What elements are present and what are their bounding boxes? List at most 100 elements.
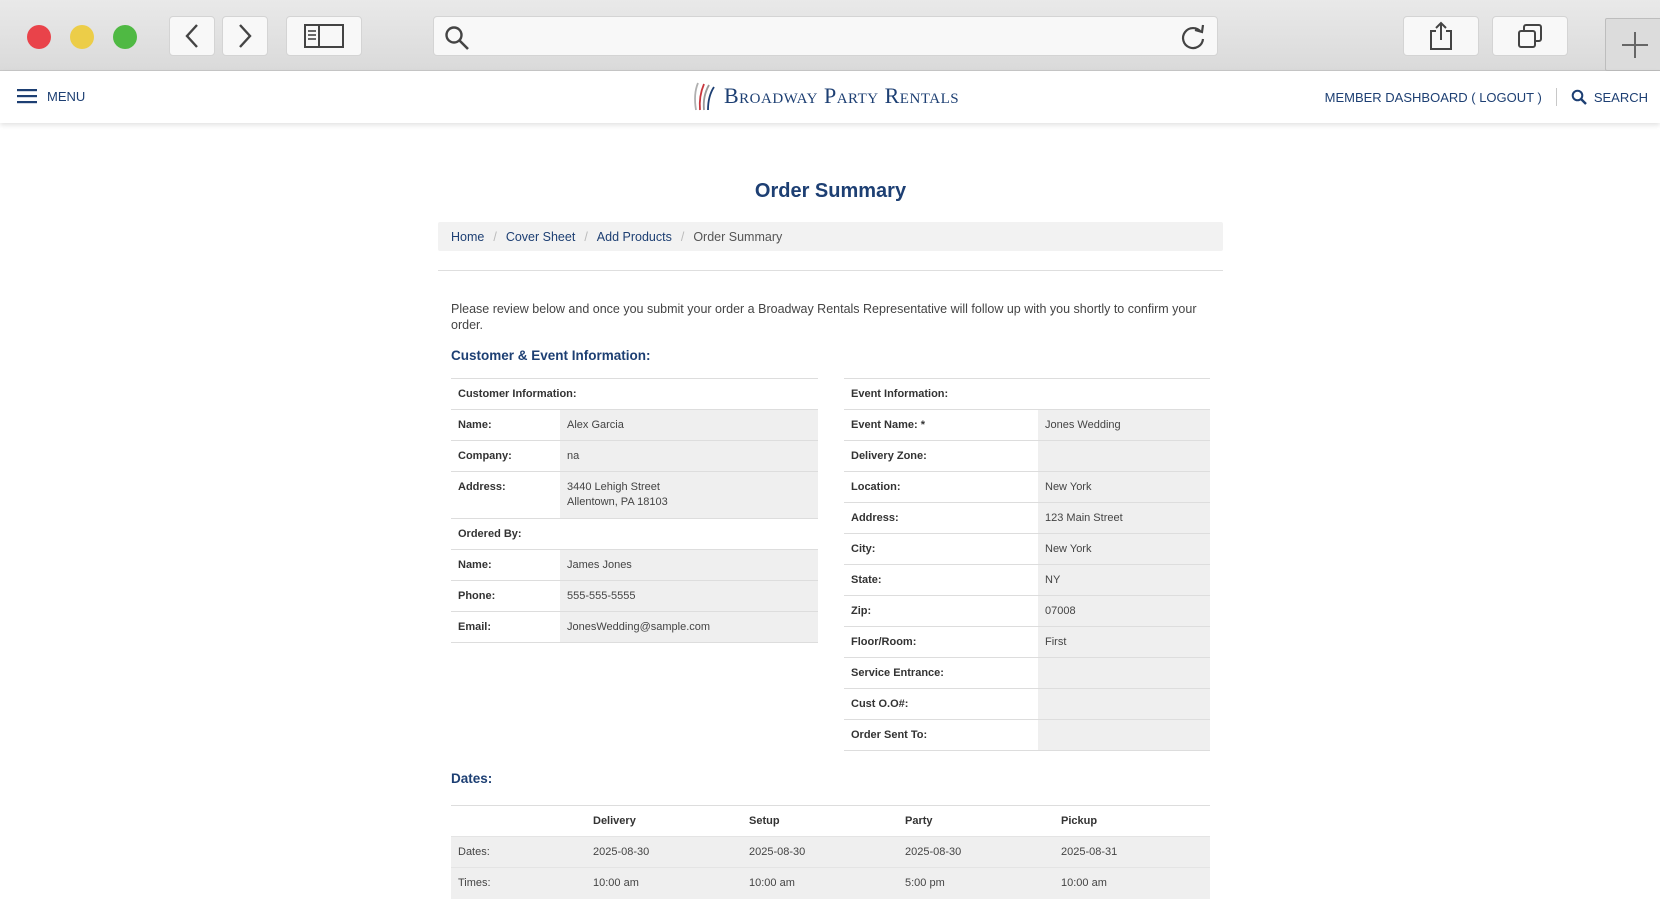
table-row: Times: 10:00 am 10:00 am 5:00 pm 10:00 a… bbox=[451, 867, 1210, 899]
maximize-window-button[interactable] bbox=[113, 25, 137, 49]
table-row: Location: New York bbox=[844, 471, 1210, 503]
sidebar-toggle-button[interactable] bbox=[286, 16, 362, 56]
address-line-1: 3440 Lehigh Street bbox=[567, 481, 660, 493]
address-bar[interactable] bbox=[433, 16, 1218, 56]
state-value: NY bbox=[1038, 564, 1210, 596]
tabs-overview-button[interactable] bbox=[1492, 16, 1568, 56]
dates-col-empty bbox=[451, 805, 586, 837]
dates-col-party: Party bbox=[898, 805, 1054, 837]
pickup-date: 2025-08-31 bbox=[1054, 836, 1210, 868]
forward-button[interactable] bbox=[222, 16, 268, 56]
cust-oo-value bbox=[1038, 688, 1210, 720]
setup-time: 10:00 am bbox=[742, 867, 898, 899]
customer-info-table: Customer Information: Name: Alex Garcia … bbox=[451, 378, 818, 643]
share-button[interactable] bbox=[1403, 16, 1479, 56]
table-row: Delivery Zone: bbox=[844, 440, 1210, 472]
dates-col-pickup: Pickup bbox=[1054, 805, 1210, 837]
customer-address-label: Address: bbox=[451, 471, 560, 519]
breadcrumb: Home / Cover Sheet / Add Products / Orde… bbox=[438, 222, 1223, 251]
main-content: Order Summary Home / Cover Sheet / Add P… bbox=[438, 123, 1223, 899]
cust-oo-label: Cust O.O#: bbox=[844, 688, 1038, 720]
dates-table: Delivery Setup Party Pickup Dates: 2025-… bbox=[451, 805, 1210, 899]
order-sent-to-label: Order Sent To: bbox=[844, 719, 1038, 751]
ordered-by-name-value: James Jones bbox=[560, 549, 818, 581]
search-label: SEARCH bbox=[1593, 89, 1648, 105]
header-divider bbox=[1555, 88, 1557, 106]
member-dashboard-link[interactable]: MEMBER DASHBOARD ( LOGOUT ) bbox=[1325, 90, 1542, 105]
table-row: State: NY bbox=[844, 564, 1210, 596]
times-row-label: Times: bbox=[451, 867, 586, 899]
table-row: Event Name: * Jones Wedding bbox=[844, 409, 1210, 441]
event-name-label: Event Name: * bbox=[844, 409, 1038, 441]
table-row: Address: 3440 Lehigh Street Allentown, P… bbox=[451, 471, 818, 519]
event-info-table: Event Information: Event Name: * Jones We… bbox=[844, 378, 1210, 751]
site-header: MENU Broadway Party Rentals MEMBER DASHB… bbox=[0, 71, 1660, 123]
search-icon bbox=[445, 26, 469, 50]
divider bbox=[438, 270, 1223, 271]
table-header-row: Delivery Setup Party Pickup bbox=[451, 805, 1210, 837]
location-label: Location: bbox=[844, 471, 1038, 503]
party-date: 2025-08-30 bbox=[898, 836, 1054, 868]
service-entrance-value bbox=[1038, 657, 1210, 689]
table-row: Cust O.O#: bbox=[844, 688, 1210, 720]
address-line-2: Allentown, PA 18103 bbox=[567, 496, 668, 508]
intro-text: Please review below and once you submit … bbox=[451, 302, 1197, 332]
event-info-heading: Event Information: bbox=[844, 378, 1210, 410]
floor-room-label: Floor/Room: bbox=[844, 626, 1038, 658]
party-time: 5:00 pm bbox=[898, 867, 1054, 899]
pickup-time: 10:00 am bbox=[1054, 867, 1210, 899]
breadcrumb-separator: / bbox=[493, 229, 497, 244]
breadcrumb-home[interactable]: Home bbox=[451, 230, 484, 244]
ordered-by-heading: Ordered By: bbox=[451, 518, 818, 550]
table-row: Zip: 07008 bbox=[844, 595, 1210, 627]
hamburger-icon bbox=[17, 89, 37, 104]
customer-event-section-title: Customer & Event Information: bbox=[451, 348, 651, 363]
table-row: Address: 123 Main Street bbox=[844, 502, 1210, 534]
table-row: Phone: 555-555-5555 bbox=[451, 580, 818, 612]
ordered-by-name-label: Name: bbox=[451, 549, 560, 581]
back-button[interactable] bbox=[169, 16, 215, 56]
delivery-time: 10:00 am bbox=[586, 867, 742, 899]
chevron-right-icon bbox=[239, 24, 252, 48]
browser-toolbar bbox=[0, 0, 1660, 71]
delivery-zone-label: Delivery Zone: bbox=[844, 440, 1038, 472]
breadcrumb-separator: / bbox=[584, 229, 588, 244]
share-icon bbox=[1430, 21, 1452, 50]
zip-label: Zip: bbox=[844, 595, 1038, 627]
table-row: Name: James Jones bbox=[451, 549, 818, 581]
customer-name-value: Alex Garcia bbox=[560, 409, 818, 441]
delivery-zone-value bbox=[1038, 440, 1210, 472]
email-value: JonesWedding@sample.com bbox=[560, 611, 818, 643]
logo-text: Broadway Party Rentals bbox=[724, 83, 960, 108]
company-value: na bbox=[560, 440, 818, 472]
zip-value: 07008 bbox=[1038, 595, 1210, 627]
menu-button[interactable]: MENU bbox=[17, 88, 85, 104]
breadcrumb-cover-sheet[interactable]: Cover Sheet bbox=[506, 230, 575, 244]
tabs-icon bbox=[1518, 24, 1542, 48]
header-right-nav: MEMBER DASHBOARD ( LOGOUT ) SEARCH bbox=[1325, 88, 1648, 106]
location-value: New York bbox=[1038, 471, 1210, 503]
reload-icon[interactable] bbox=[1179, 24, 1207, 52]
dates-section-title: Dates: bbox=[451, 771, 493, 786]
close-window-button[interactable] bbox=[27, 25, 51, 49]
table-row: Name: Alex Garcia bbox=[451, 409, 818, 441]
info-columns: Customer Information: Name: Alex Garcia … bbox=[438, 378, 1223, 751]
header-search-button[interactable]: SEARCH bbox=[1571, 89, 1648, 105]
table-row: Floor/Room: First bbox=[844, 626, 1210, 658]
page-title: Order Summary bbox=[754, 180, 907, 202]
event-address-label: Address: bbox=[844, 502, 1038, 534]
breadcrumb-current: Order Summary bbox=[693, 229, 783, 244]
order-sent-to-value bbox=[1038, 719, 1210, 751]
phone-value: 555-555-5555 bbox=[560, 580, 818, 612]
event-address-value: 123 Main Street bbox=[1038, 502, 1210, 534]
new-tab-button[interactable] bbox=[1605, 18, 1660, 71]
minimize-window-button[interactable] bbox=[70, 25, 94, 49]
breadcrumb-add-products[interactable]: Add Products bbox=[597, 230, 672, 244]
delivery-date: 2025-08-30 bbox=[586, 836, 742, 868]
service-entrance-label: Service Entrance: bbox=[844, 657, 1038, 689]
table-row: Order Sent To: bbox=[844, 719, 1210, 751]
logo-mark-icon bbox=[694, 82, 715, 111]
site-logo[interactable]: Broadway Party Rentals bbox=[690, 80, 959, 112]
search-icon bbox=[1571, 89, 1587, 105]
sidebar-icon bbox=[304, 24, 344, 48]
